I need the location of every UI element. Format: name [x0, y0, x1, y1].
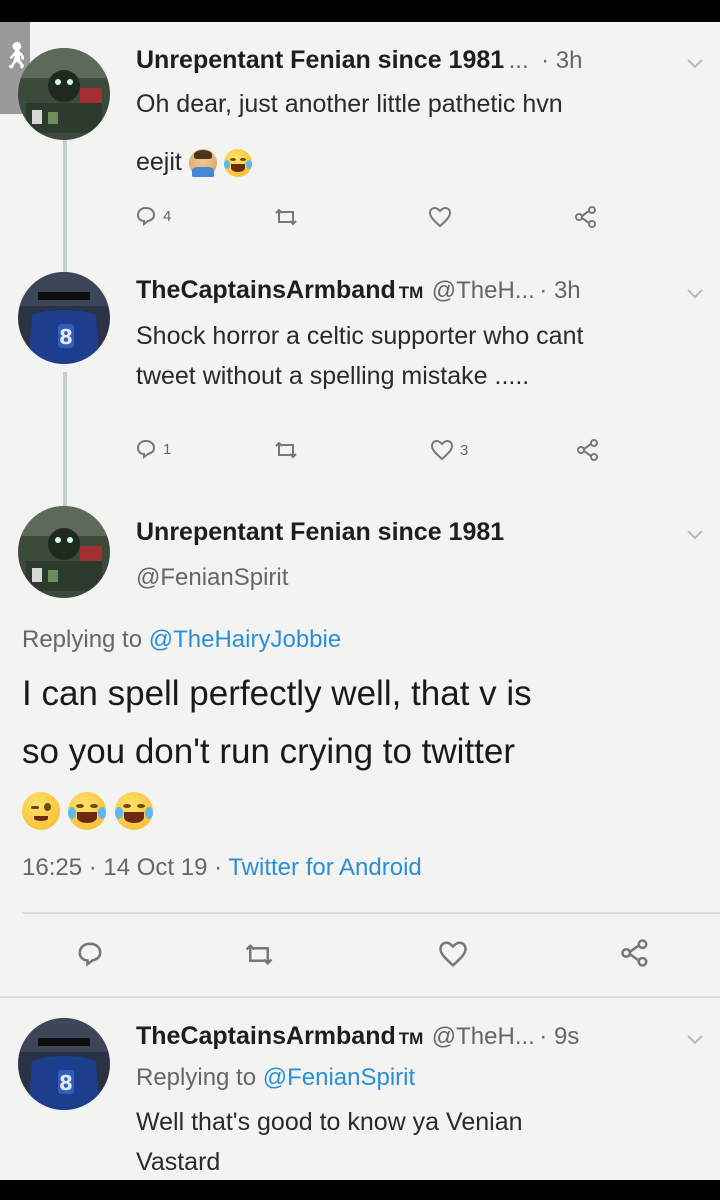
- replying-prefix: Replying to: [22, 626, 149, 653]
- winking-face-emoji: [22, 792, 60, 830]
- tweet-time: · 9s: [539, 1023, 580, 1050]
- tweet-timestamp: 16:25 · 14 Oct 19 · Twitter for Android: [22, 854, 422, 882]
- chevron-down-icon[interactable]: [684, 57, 706, 71]
- twitter-thread-screen: 🚶︎ Unrepentant Fenian since 1981 ... · 3…: [0, 22, 720, 1180]
- replying-to: Replying to @FenianSpirit: [136, 1064, 415, 1092]
- replying-prefix: Replying to: [136, 1064, 263, 1091]
- retweet-button[interactable]: [274, 207, 298, 227]
- svg-text:8: 8: [59, 325, 73, 349]
- chevron-down-icon[interactable]: [684, 528, 706, 542]
- avatar[interactable]: 8: [18, 1018, 110, 1110]
- reply-count: 4: [163, 207, 172, 225]
- tweet-text-line2: eejit: [136, 144, 252, 180]
- heart-icon: [428, 206, 452, 228]
- replying-to-link[interactable]: @TheHairyJobbie: [149, 626, 341, 653]
- laughing-tears-emoji: [223, 149, 252, 178]
- replying-to-link[interactable]: @FenianSpirit: [263, 1064, 415, 1091]
- display-name[interactable]: TheCaptainsArmband: [136, 1022, 396, 1050]
- share-button[interactable]: [620, 938, 650, 968]
- main-tweet-text-line2: so you don't run crying to twitter: [22, 732, 516, 771]
- share-button[interactable]: [574, 205, 598, 229]
- tweet-text: Shock horror a celtic supporter who cant: [136, 322, 584, 350]
- man-facepalm-emoji: [188, 149, 217, 178]
- trademark-label: TM: [398, 283, 424, 302]
- tweet-text: Well that's good to know ya Venian: [136, 1108, 523, 1136]
- replying-to: Replying to @TheHairyJobbie: [22, 626, 341, 654]
- tweet-time: · 3h: [541, 47, 583, 74]
- svg-text:8: 8: [59, 1071, 73, 1095]
- display-name[interactable]: Unrepentant Fenian since 1981: [136, 518, 504, 547]
- retweet-icon: [275, 208, 297, 226]
- like-count: 3: [460, 441, 469, 459]
- display-name[interactable]: Unrepentant Fenian since 1981: [136, 46, 504, 74]
- tweet-text-line2: tweet without a spelling mistake .....: [136, 362, 530, 390]
- thread-line: [63, 140, 67, 290]
- main-tweet-text: I can spell perfectly well, that v is: [22, 674, 532, 713]
- reply-icon: [78, 942, 102, 967]
- thread-line: [63, 372, 67, 520]
- retweet-icon: [275, 441, 297, 459]
- name-ellipsis: ...: [508, 47, 529, 74]
- user-handle[interactable]: @TheH...: [432, 277, 535, 304]
- user-handle[interactable]: @TheH...: [432, 1023, 535, 1050]
- tweet-header: TheCaptainsArmband TM @TheH... · 3h: [136, 276, 581, 305]
- share-button[interactable]: [576, 438, 600, 462]
- tweet-header: Unrepentant Fenian since 1981 ... · 3h: [136, 46, 582, 75]
- like-button[interactable]: [438, 940, 468, 968]
- timestamp-text: 16:25 · 14 Oct 19 ·: [22, 854, 229, 881]
- tweet-time: · 3h: [539, 277, 581, 304]
- avatar[interactable]: [18, 48, 110, 140]
- avatar[interactable]: [18, 506, 110, 598]
- like-button[interactable]: 3: [430, 439, 468, 461]
- share-icon: [575, 206, 596, 228]
- bottom-bar: [0, 1180, 720, 1200]
- client-link[interactable]: Twitter for Android: [228, 854, 421, 881]
- avatar[interactable]: 8: [18, 272, 110, 364]
- retweet-button[interactable]: [274, 440, 298, 460]
- like-button[interactable]: [428, 206, 452, 228]
- tweet-text: Oh dear, just another little pathetic hv…: [136, 90, 563, 118]
- chevron-down-icon[interactable]: [684, 287, 706, 301]
- user-handle[interactable]: @FenianSpirit: [136, 564, 288, 592]
- share-icon: [577, 439, 598, 461]
- divider: [22, 912, 720, 914]
- share-icon: [621, 939, 648, 967]
- reply-count: 1: [163, 440, 172, 458]
- reply-icon: [136, 206, 156, 226]
- reply-button[interactable]: 4: [135, 205, 171, 227]
- heart-icon: [439, 941, 467, 967]
- laughing-tears-emoji: [114, 792, 153, 830]
- tweet-text-word: eejit: [136, 148, 182, 176]
- heart-icon: [430, 439, 454, 461]
- tweet-text-line2: Vastard: [136, 1148, 221, 1176]
- tweet-header: TheCaptainsArmband TM @TheH... · 9s: [136, 1022, 579, 1051]
- emoji-row: [22, 792, 153, 830]
- chevron-down-icon[interactable]: [684, 1033, 706, 1047]
- display-name[interactable]: TheCaptainsArmband: [136, 276, 396, 304]
- retweet-icon: [245, 943, 273, 966]
- laughing-tears-emoji: [68, 792, 107, 830]
- retweet-button[interactable]: [244, 942, 274, 967]
- trademark-label: TM: [398, 1029, 424, 1048]
- reply-button[interactable]: [76, 940, 104, 968]
- reply-button[interactable]: 1: [135, 438, 171, 460]
- divider: [0, 996, 720, 998]
- reply-icon: [136, 439, 156, 459]
